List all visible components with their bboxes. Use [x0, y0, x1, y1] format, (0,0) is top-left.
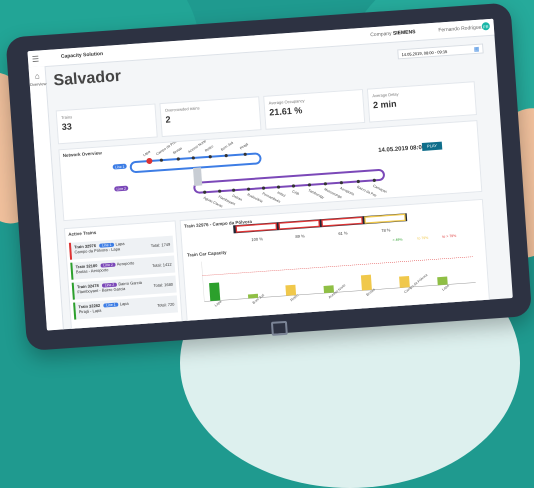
home-icon: ⌂	[34, 71, 40, 81]
car-capacity-label: 89 %	[295, 233, 305, 239]
station-label: CAB	[291, 189, 300, 196]
station-dot[interactable]	[276, 185, 281, 189]
kpi-occupancy: Average Occupancy 21.61 %	[263, 88, 366, 130]
y-axis	[201, 261, 205, 302]
station-label: Bom Juá	[220, 141, 234, 152]
station-label: Retiro	[204, 144, 214, 153]
sidebar-item-overview[interactable]: ⌂ Overview	[29, 71, 47, 87]
train-marker-32976[interactable]	[146, 158, 153, 165]
station-label: Imbuí	[277, 191, 287, 198]
kpi-delay: Average Delay 2 min	[366, 81, 477, 123]
legend-high: to > 79%	[442, 234, 456, 239]
station-dot[interactable]	[339, 181, 343, 185]
train-detail-panel: Train 32976 - Campo da Pólvora 100 % 89 …	[179, 198, 490, 322]
station-label: Tamburugy	[307, 188, 325, 199]
station-dot[interactable]	[232, 188, 236, 192]
train-car[interactable]	[235, 222, 278, 233]
station-dot[interactable]	[307, 183, 312, 187]
train-capacity-chart: 100 % 89 % 61 % 78 % Train Car Capacity …	[187, 213, 476, 308]
threshold-line	[202, 256, 474, 276]
station-label: Campo da Pólvora	[155, 137, 181, 157]
station-dot[interactable]	[261, 186, 266, 190]
car-capacity-label: 100 %	[251, 236, 263, 242]
kpi-overcrowded: Overcrowded trains 2	[159, 96, 262, 138]
station-dot[interactable]	[203, 190, 207, 194]
line-2-track	[193, 169, 385, 194]
active-trains-panel: Active Trains Train 32976 Line 1 Lapa Camp…	[63, 220, 183, 330]
tablet-device: ☰ Capacity Solution Company SIEMENS Fern…	[5, 2, 533, 351]
company-label: Company SIEMENS	[370, 29, 416, 39]
station-label: Acesso Norte	[187, 139, 207, 154]
kpi-trains: Trains 33	[55, 103, 158, 145]
station-label: Brotas	[172, 146, 183, 155]
station-dot[interactable]	[159, 158, 163, 162]
tablet-screen: ☰ Capacity Solution Company SIEMENS Fern…	[27, 18, 513, 331]
capacity-bar	[360, 274, 372, 291]
station-dot[interactable]	[291, 184, 296, 188]
station-dot[interactable]	[218, 189, 222, 193]
station-dot[interactable]	[323, 182, 328, 186]
station-dot[interactable]	[191, 156, 195, 160]
chart-title: Train Car Capacity	[187, 250, 227, 258]
tablet-frame: ☰ Capacity Solution Company SIEMENS Fern…	[0, 0, 534, 376]
station-dot[interactable]	[224, 154, 228, 158]
station-dot[interactable]	[372, 178, 376, 182]
app-title: Capacity Solution	[60, 50, 104, 60]
main-content: Salvador 14.05.2019, 08:00 - 09:15 ▦ Trai…	[45, 35, 513, 330]
train-car[interactable]	[278, 219, 321, 230]
capacity-bar	[209, 282, 221, 302]
user-name[interactable]: Fernando Rodriguez	[438, 24, 484, 33]
station-dot[interactable]	[208, 155, 212, 159]
legend-low: < 49%	[392, 238, 402, 243]
car-capacity-label: 61 %	[338, 230, 348, 236]
company-name: SIEMENS	[392, 29, 416, 37]
train-row[interactable]: Train 32282 Line 1 Lapa Pirajá - Lapa Tota…	[73, 295, 179, 320]
train-car[interactable]	[364, 213, 406, 224]
station-dot[interactable]	[356, 179, 360, 184]
svg-text:Line 2: Line 2	[116, 187, 126, 192]
calendar-icon[interactable]: ▦	[473, 45, 480, 55]
train-car[interactable]	[321, 216, 363, 227]
avatar[interactable]: FR	[481, 21, 491, 31]
play-button[interactable]: PLAY	[421, 141, 443, 151]
legend-mid: to 79%	[417, 236, 428, 241]
svg-text:Line 1: Line 1	[115, 165, 125, 170]
tablet-home-button[interactable]	[270, 320, 288, 336]
station-label: Pirajá	[239, 142, 249, 150]
transfer-link	[192, 167, 203, 186]
station-dot[interactable]	[176, 157, 180, 161]
station-dot[interactable]	[246, 187, 251, 191]
menu-icon[interactable]: ☰	[28, 54, 44, 64]
car-capacity-label: 78 %	[381, 227, 391, 233]
tablet: ☰ Capacity Solution Company SIEMENS Fern…	[0, 0, 534, 358]
station-dot[interactable]	[243, 152, 247, 156]
station-label: Lapa	[142, 150, 151, 158]
